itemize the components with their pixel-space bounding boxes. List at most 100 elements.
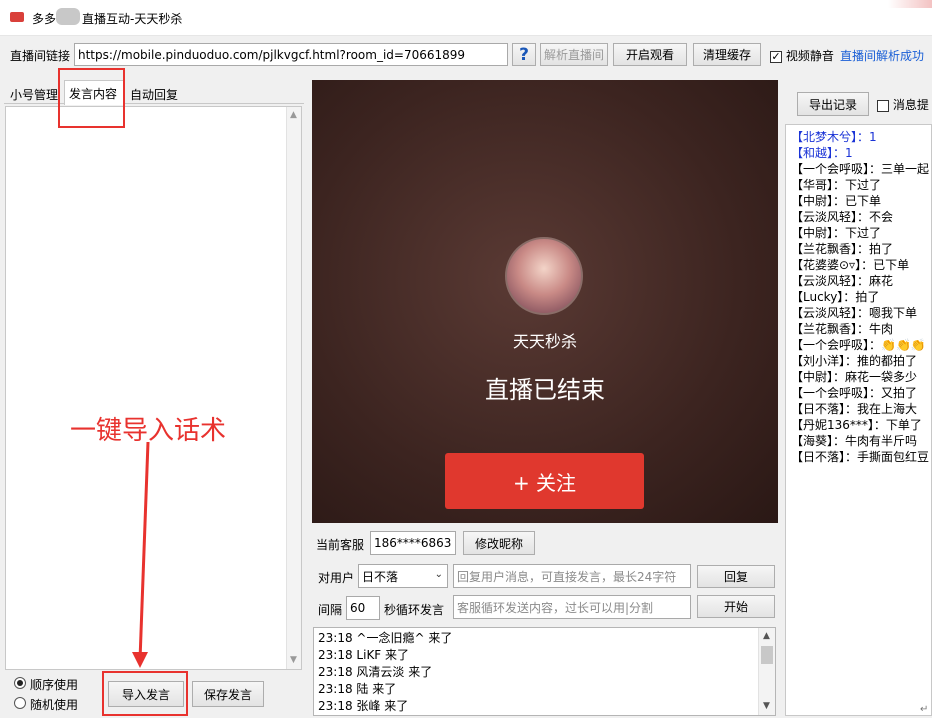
log-scroll-thumb[interactable] — [761, 646, 773, 664]
random-radio[interactable] — [14, 697, 26, 709]
chat-user: 【云淡风轻】： — [791, 210, 870, 224]
save-speech-button[interactable]: 保存发言 — [192, 681, 264, 707]
service-label: 当前客服 — [316, 538, 365, 552]
chat-user: 【中尉】： — [791, 194, 846, 208]
window-controls-icon[interactable] — [888, 0, 932, 8]
parse-room-button[interactable]: 解析直播间 — [540, 43, 608, 66]
chat-message: 【云淡风轻】：不会 — [791, 209, 931, 225]
title-bar: 多多 直播互动-天天秒杀 — [0, 0, 932, 36]
chat-user: 【一个会呼吸】： — [791, 386, 882, 400]
tab-account-manage[interactable]: 小号管理 — [10, 86, 58, 103]
chat-message: 【和越】：1 — [791, 145, 931, 161]
left-scrollbar[interactable]: ▲ ▼ — [286, 107, 301, 669]
chevron-down-icon: ⌄ — [434, 569, 443, 580]
follow-label: + 关注 — [512, 470, 577, 495]
chat-message: 【兰花飘香】：拍了 — [791, 241, 931, 257]
chat-message: 【北梦木兮】：1 — [791, 129, 931, 145]
chat-message: 【中尉】：已下单 — [791, 193, 931, 209]
chat-text: 我在上海大 — [857, 402, 918, 416]
log-scrollbar[interactable]: ▲ ▼ — [758, 628, 775, 715]
reply-input[interactable]: 回复用户消息，可直接发言，最长24字符 — [453, 564, 691, 588]
streamer-name: 天天秒杀 — [512, 332, 577, 351]
start-watch-button[interactable]: 开启观看 — [613, 43, 687, 66]
video-player[interactable]: 天天秒杀 直播已结束 + 关注 — [312, 80, 778, 523]
chat-message: 【日不落】：手撕面包红豆 — [791, 449, 931, 465]
chat-user: 【云淡风轻】： — [791, 274, 870, 288]
start-loop-button[interactable]: 开始 — [697, 595, 775, 618]
help-button[interactable]: ? — [512, 43, 536, 66]
log-line: 23:18 LiKF 来了 — [318, 647, 771, 664]
chat-user: 【一个会呼吸】： — [791, 338, 882, 352]
chat-message: 【一个会呼吸】：三单一起 — [791, 161, 931, 177]
log-text: 陆 来了 — [356, 682, 397, 696]
chat-user: 【兰花飘香】： — [791, 242, 870, 256]
chat-text: 下过了 — [845, 178, 882, 192]
msg-check-icon — [877, 99, 889, 112]
chat-message: 【海葵】：牛肉有半斤吗 — [791, 433, 931, 449]
log-scroll-up-icon[interactable]: ▲ — [763, 631, 770, 641]
interval-label: 间隔 — [318, 603, 343, 617]
log-text: ^一念旧瘾^ 来了 — [356, 631, 453, 645]
log-time: 23:18 — [318, 682, 353, 696]
scroll-up-icon[interactable]: ▲ — [290, 110, 297, 120]
chat-list[interactable]: 【北梦木兮】：1 【和越】：1 【一个会呼吸】：三单一起 【华哥】：下过了 【中尉】：已… — [785, 124, 932, 716]
chat-message: 【日不落】：我在上海大 — [791, 401, 931, 417]
order-mode-label: 顺序使用 — [30, 678, 79, 692]
chat-text: 三单一起 — [881, 162, 930, 176]
resize-grip-icon[interactable]: ↵ — [920, 704, 928, 715]
chat-text: 牛肉有半斤吗 — [845, 434, 918, 448]
mute-checkbox[interactable]: ✓ 视频静音 — [770, 47, 834, 64]
msg-checkbox-label: 消息提 — [892, 98, 929, 112]
log-line: 23:18 风清云淡 来了 — [318, 664, 771, 681]
interval-input[interactable]: 60 — [346, 596, 380, 620]
chat-user: 【Lucky】： — [791, 290, 856, 304]
chat-user: 【北梦木兮】： — [791, 130, 870, 144]
loop-input[interactable]: 客服循环发送内容，过长可以用|分割 — [453, 595, 691, 619]
event-log[interactable]: 23:18 ^一念旧瘾^ 来了 23:18 LiKF 来了 23:18 风清云淡… — [313, 627, 776, 716]
msg-checkbox[interactable]: 消息提 — [877, 96, 929, 113]
chat-message: 【一个会呼吸】：又拍了 — [791, 385, 931, 401]
chat-text: 下过了 — [845, 226, 882, 240]
rename-button[interactable]: 修改昵称 — [463, 531, 535, 555]
chat-message: 【一个会呼吸】：👏👏👏 — [791, 337, 931, 353]
target-user-label: 对用户 — [318, 571, 355, 585]
live-ended-text: 直播已结束 — [485, 376, 605, 404]
blurred-name — [56, 8, 80, 25]
loop-label: 秒循环发言 — [384, 603, 445, 617]
export-log-button[interactable]: 导出记录 — [797, 92, 869, 116]
follow-button[interactable]: + 关注 — [445, 453, 644, 509]
help-icon: ? — [519, 44, 529, 65]
tab-auto-reply[interactable]: 自动回复 — [130, 86, 178, 103]
window-title-prefix: 多多 — [32, 12, 57, 26]
chat-message: 【云淡风轻】：麻花 — [791, 273, 931, 289]
mute-check-icon: ✓ — [770, 49, 782, 63]
import-speech-button[interactable]: 导入发言 — [108, 681, 184, 707]
service-input[interactable]: 186****6863 — [370, 531, 456, 555]
log-text: 张峰 来了 — [356, 699, 409, 713]
log-text: LiKF 来了 — [356, 648, 410, 662]
chat-text: 已下单 — [845, 194, 882, 208]
url-label: 直播间链接 — [10, 49, 71, 63]
reply-button[interactable]: 回复 — [697, 565, 775, 588]
target-user-select[interactable]: 日不落 ⌄ — [358, 564, 448, 588]
clear-cache-button[interactable]: 清理缓存 — [693, 43, 761, 66]
chat-text: 麻花 — [869, 274, 894, 288]
chat-message: 【云淡风轻】：嗯我下单 — [791, 305, 931, 321]
tab-highlight-box — [58, 68, 125, 128]
log-time: 23:18 — [318, 699, 353, 713]
chat-text: 牛肉 — [869, 322, 894, 336]
log-scroll-down-icon[interactable]: ▼ — [763, 701, 770, 711]
chat-user: 【海葵】： — [791, 434, 846, 448]
scroll-down-icon[interactable]: ▼ — [290, 655, 297, 665]
chat-message: 【兰花飘香】：牛肉 — [791, 321, 931, 337]
chat-message: 【刘小洋】：推的都拍了 — [791, 353, 931, 369]
chat-user: 【刘小洋】： — [791, 354, 858, 368]
chat-message: 【华哥】：下过了 — [791, 177, 931, 193]
order-radio[interactable] — [14, 677, 26, 689]
url-input[interactable]: https://mobile.pinduoduo.com/pjlkvgcf.ht… — [74, 43, 508, 66]
chat-text: 拍了 — [855, 290, 880, 304]
chat-text: 不会 — [869, 210, 894, 224]
chat-text: 1 — [845, 146, 853, 160]
window-title: 直播互动-天天秒杀 — [82, 12, 183, 26]
parse-status: 直播间解析成功 — [840, 49, 925, 63]
